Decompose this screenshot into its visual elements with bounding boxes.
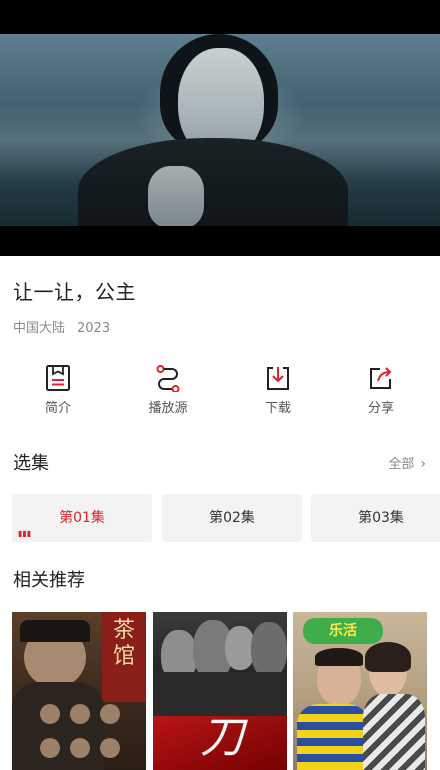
share-button[interactable]: 分享: [336, 364, 426, 424]
source-button[interactable]: 播放源: [123, 364, 213, 424]
episode-item[interactable]: 第01集 ▮▮▮: [12, 494, 152, 542]
video-frame: [0, 34, 440, 248]
all-episodes-label: 全部: [388, 457, 415, 472]
recommend-poster[interactable]: 茶馆: [12, 612, 146, 770]
share-label: 分享: [367, 401, 394, 416]
show-title: 让一让，公主: [13, 280, 136, 304]
source-icon: [156, 365, 180, 392]
intro-button[interactable]: 简介: [13, 364, 103, 424]
recommend-title: 相关推荐: [13, 570, 85, 591]
action-bar: 简介 播放源 下载 分享: [0, 364, 440, 424]
show-year: 2023: [77, 321, 111, 336]
episode-item[interactable]: 第03集: [311, 494, 440, 542]
episode-label: 第02集: [209, 510, 255, 526]
poster-art-text: 刀: [200, 712, 244, 763]
video-player[interactable]: [0, 34, 440, 256]
recommend-poster[interactable]: 刀: [153, 612, 287, 770]
intro-icon: [46, 365, 70, 391]
download-label: 下载: [264, 401, 291, 416]
recommend-poster[interactable]: 乐活: [293, 612, 427, 770]
download-icon: [267, 367, 289, 390]
all-episodes-link[interactable]: 全部 ›: [388, 455, 426, 474]
status-bar: [0, 0, 440, 34]
episode-label: 第01集: [59, 510, 105, 526]
recommend-list: 茶馆 刀 乐活: [12, 612, 440, 770]
poster-art-text: 茶馆: [112, 618, 135, 669]
chevron-right-icon: ›: [420, 456, 426, 472]
show-meta: 中国大陆 2023: [13, 320, 110, 338]
episode-item[interactable]: 第02集: [162, 494, 302, 542]
share-icon: [370, 367, 392, 389]
source-label: 播放源: [148, 401, 188, 416]
episode-list: 第01集 ▮▮▮ 第02集 第03集: [12, 494, 440, 542]
playing-indicator-icon: ▮▮▮: [18, 529, 32, 538]
episode-label: 第03集: [358, 510, 404, 526]
video-letterbox: [0, 226, 440, 256]
episodes-title: 选集: [13, 453, 49, 474]
intro-label: 简介: [44, 401, 71, 416]
download-button[interactable]: 下载: [233, 364, 323, 424]
show-region: 中国大陆: [13, 321, 66, 336]
poster-art-text: 乐活: [329, 623, 357, 639]
